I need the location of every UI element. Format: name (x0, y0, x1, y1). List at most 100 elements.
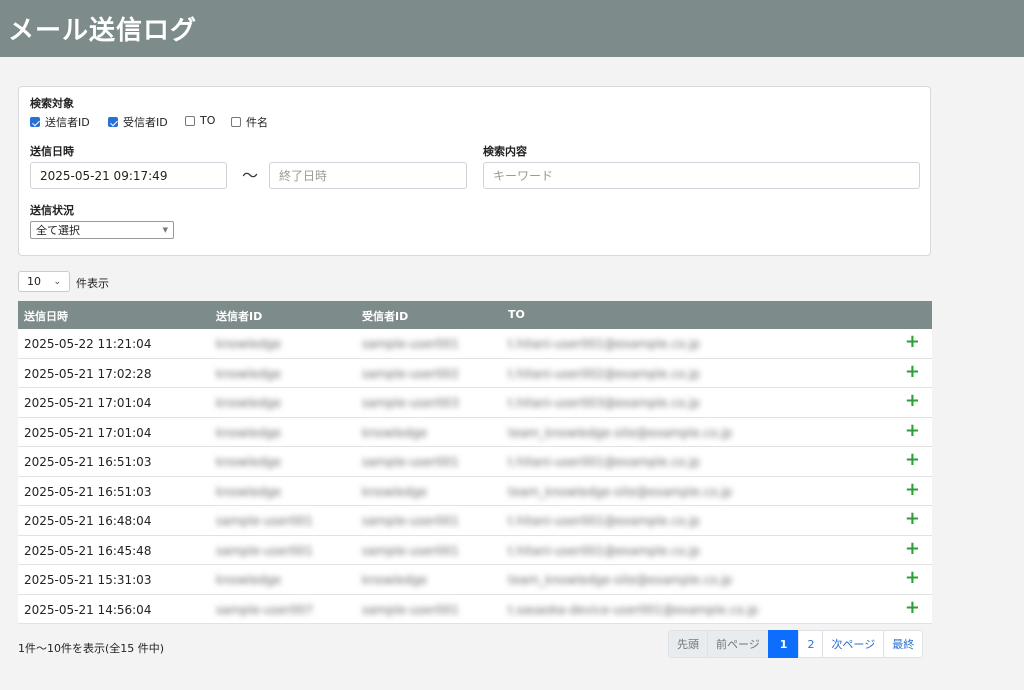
table-row[interactable]: 2025-05-21 15:31:03 knowledge knowledge tea… (18, 565, 932, 595)
page-length-suffix: 件表示 (76, 277, 109, 290)
log-table: 送信日時 送信者ID 受信者ID TO 2025-05-22 11:21:04 k… (18, 301, 932, 624)
pagination-prev[interactable]: 前ページ (707, 630, 769, 658)
dropdown-arrow-icon: ▼ (162, 226, 168, 234)
cell-send-date: 2025-05-21 16:51:03 (24, 455, 152, 469)
table-row[interactable]: 2025-05-21 17:01:04 knowledge sample-user0… (18, 388, 932, 418)
checkbox-box[interactable] (231, 117, 241, 127)
cell-to: t.sasaoka-device-user001@example.co.jp (508, 602, 759, 617)
cell-receiver-id: sample-user003 (362, 396, 460, 410)
chevron-down-icon: ⌄ (53, 276, 61, 287)
table-row[interactable]: 2025-05-21 16:51:03 knowledge knowledge tea… (18, 476, 932, 506)
plus-icon[interactable]: + (905, 421, 920, 440)
cell-receiver-id: sample-user001 (362, 514, 460, 528)
checkbox-label: 送信者ID (45, 116, 90, 129)
checkbox-receiver-id[interactable]: 受信者ID (108, 114, 168, 130)
cell-receiver-id: knowledge (362, 425, 428, 440)
cell-sender-id: knowledge (216, 455, 282, 469)
cell-sender-id: knowledge (216, 573, 282, 587)
cell-receiver-id: sample-user001 (362, 337, 460, 351)
table-body: 2025-05-22 11:21:04 knowledge sample-user0… (18, 329, 932, 624)
table-row[interactable]: 2025-05-21 14:56:04 sample-user007 sample-… (18, 594, 932, 624)
pagination-first[interactable]: 先頭 (668, 630, 708, 658)
cell-sender-id: knowledge (216, 396, 282, 410)
column-header-send-date[interactable]: 送信日時 (24, 308, 68, 324)
cell-receiver-id: sample-user001 (362, 455, 460, 469)
page-header: メール送信ログ (0, 0, 1024, 57)
plus-icon[interactable]: + (905, 480, 920, 499)
pagination-last[interactable]: 最終 (883, 630, 924, 658)
table-row[interactable]: 2025-05-21 17:02:28 knowledge sample-user0… (18, 358, 932, 388)
checkbox-to[interactable]: TO (185, 114, 215, 127)
cell-send-date: 2025-05-21 16:45:48 (24, 543, 152, 558)
column-header-receiver-id[interactable]: 受信者ID (362, 308, 408, 324)
cell-to: team_knowledge-site@example.co.jp (508, 484, 733, 499)
cell-to: team_knowledge-site@example.co.jp (508, 425, 733, 440)
cell-send-date: 2025-05-22 11:21:04 (24, 337, 152, 351)
cell-to: t.hitani-user001@example.co.jp (508, 514, 700, 528)
cell-sender-id: knowledge (216, 337, 282, 351)
search-panel: 検索対象 送信者ID 受信者ID TO 件名 送信日時 〜 検索内容 送信状況 … (18, 86, 931, 256)
plus-icon[interactable]: + (905, 362, 920, 381)
cell-sender-id: sample-user001 (216, 514, 314, 528)
cell-send-date: 2025-05-21 16:48:04 (24, 514, 152, 528)
cell-sender-id: knowledge (216, 484, 282, 499)
cell-receiver-id: sample-user001 (362, 602, 460, 617)
pagination-page-2[interactable]: 2 (798, 630, 824, 658)
date-range-separator: 〜 (242, 166, 259, 185)
pagination-next[interactable]: 次ページ (822, 630, 885, 658)
cell-to: t.hitani-user001@example.co.jp (508, 543, 700, 558)
cell-receiver-id: knowledge (362, 573, 428, 587)
cell-receiver-id: knowledge (362, 484, 428, 499)
send-date-label: 送信日時 (30, 145, 74, 158)
column-header-to[interactable]: TO (508, 308, 525, 321)
page-length-select[interactable]: 10 ⌄ (18, 271, 70, 292)
table-row[interactable]: 2025-05-21 16:51:03 knowledge sample-user0… (18, 447, 932, 477)
cell-send-date: 2025-05-21 17:01:04 (24, 396, 152, 410)
cell-send-date: 2025-05-21 15:31:03 (24, 573, 152, 587)
cell-send-date: 2025-05-21 17:02:28 (24, 366, 152, 381)
checkbox-sender-id[interactable]: 送信者ID (30, 114, 90, 130)
checkbox-box[interactable] (185, 115, 195, 126)
checkbox-label: 件名 (246, 116, 268, 129)
plus-icon[interactable]: + (905, 539, 920, 558)
plus-icon[interactable]: + (905, 333, 920, 351)
table-row[interactable]: 2025-05-21 16:48:04 sample-user001 sample-… (18, 506, 932, 536)
send-status-label: 送信状況 (30, 204, 74, 217)
plus-icon[interactable]: + (905, 569, 920, 587)
cell-to: team_knowledge-site@example.co.jp (508, 573, 733, 587)
date-end-input[interactable] (269, 162, 467, 189)
cell-sender-id: sample-user001 (216, 543, 314, 558)
keyword-input[interactable] (483, 162, 920, 189)
cell-sender-id: knowledge (216, 425, 282, 440)
pagination-page-1[interactable]: 1 (767, 630, 800, 658)
cell-receiver-id: sample-user001 (362, 543, 460, 558)
plus-icon[interactable]: + (905, 392, 920, 410)
search-content-label: 検索内容 (483, 145, 527, 158)
table-header: 送信日時 送信者ID 受信者ID TO (18, 301, 932, 329)
table-row[interactable]: 2025-05-21 16:45:48 sample-user001 sample-… (18, 535, 932, 565)
page-title: メール送信ログ (8, 16, 198, 46)
plus-icon[interactable]: + (905, 510, 920, 528)
checkbox-subject[interactable]: 件名 (231, 114, 268, 130)
cell-send-date: 2025-05-21 14:56:04 (24, 602, 152, 617)
table-row[interactable]: 2025-05-22 11:21:04 knowledge sample-user0… (18, 329, 932, 359)
cell-sender-id: sample-user007 (216, 602, 314, 617)
pagination: 先頭 前ページ 1 2 次ページ 最終 (668, 630, 924, 658)
checkbox-box[interactable] (108, 117, 118, 127)
plus-icon[interactable]: + (905, 598, 920, 617)
date-start-input[interactable] (30, 162, 227, 189)
table-row[interactable]: 2025-05-21 17:01:04 knowledge knowledge tea… (18, 417, 932, 447)
cell-send-date: 2025-05-21 17:01:04 (24, 425, 152, 440)
cell-to: t.hitani-user002@example.co.jp (508, 366, 700, 381)
search-target-label: 検索対象 (30, 97, 74, 110)
cell-to: t.hitani-user003@example.co.jp (508, 396, 700, 410)
table-info: 1件～10件を表示(全15 件中) (18, 642, 165, 655)
cell-sender-id: knowledge (216, 366, 282, 381)
checkbox-label: 受信者ID (123, 116, 168, 129)
send-status-select[interactable]: 全て選択 ▼ (30, 221, 174, 239)
checkbox-box[interactable] (30, 117, 40, 127)
cell-receiver-id: sample-user002 (362, 366, 460, 381)
plus-icon[interactable]: + (905, 451, 920, 469)
column-header-sender-id[interactable]: 送信者ID (216, 308, 262, 324)
checkbox-label: TO (200, 114, 216, 127)
